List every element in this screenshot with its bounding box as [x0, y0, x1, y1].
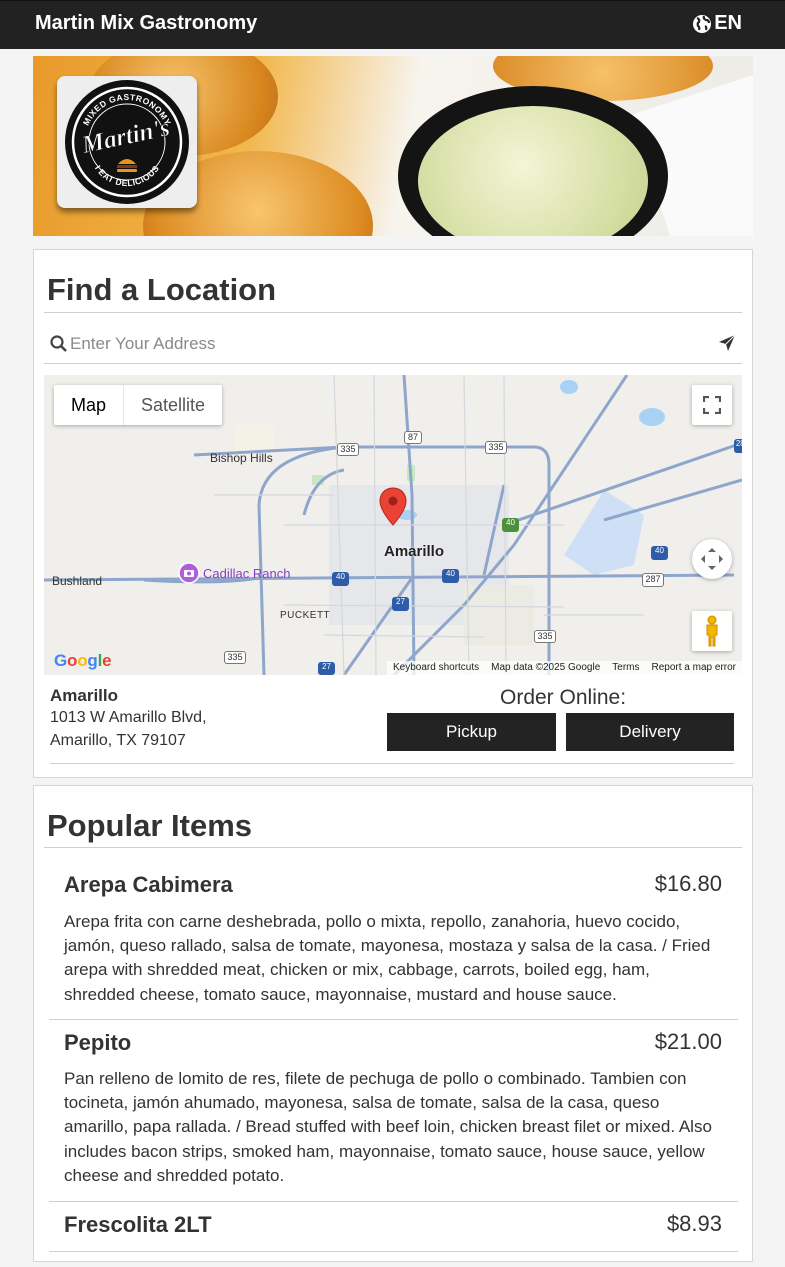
highway-shield: 287 [642, 573, 664, 587]
map-type-control: Map Satellite [54, 385, 223, 425]
street-view-button[interactable] [692, 611, 732, 651]
menu-item[interactable]: Frescolita 2LT $8.93 [49, 1202, 738, 1250]
popular-items-card: Popular Items Arepa Cabimera $16.80 Arep… [33, 785, 753, 1262]
camera-poi-icon [178, 562, 200, 584]
highway-shield: 287 [734, 439, 742, 453]
brand-name[interactable]: Martin Mix Gastronomy [35, 12, 257, 35]
map-type-map[interactable]: Map [54, 385, 125, 425]
map-place-label: Bishop Hills [210, 451, 273, 465]
divider [44, 847, 742, 848]
menu-item-price: $21.00 [654, 1029, 722, 1054]
section-title: Popular Items [47, 808, 252, 843]
map-place-label: Bushland [52, 574, 103, 588]
keyboard-shortcuts-link[interactable]: Keyboard shortcuts [393, 661, 479, 675]
move-arrows-icon [701, 548, 723, 570]
fullscreen-icon [703, 396, 721, 414]
language-selector[interactable]: EN [692, 12, 742, 35]
menu-item-price: $16.80 [654, 871, 722, 896]
logo-badge: MIXED GASTRONOMY I EAT DELICIOUS Martin'… [65, 80, 189, 204]
menu-item-name: Arepa Cabimera [64, 872, 233, 897]
terms-link[interactable]: Terms [612, 661, 639, 675]
find-location-card: Find a Location Enter Your Address 87 33… [33, 249, 753, 778]
highway-shield: 40 [651, 546, 668, 560]
map-city-label: Amarillo [384, 543, 445, 560]
map-attribution: Keyboard shortcuts Map data ©2025 Google… [386, 661, 742, 675]
highway-shield: 335 [224, 651, 246, 664]
store-address-line2: Amarillo, TX 79107 [50, 732, 186, 749]
map-place-label: PUCKETT [280, 610, 331, 621]
poi-cadillac-ranch[interactable]: Cadillac Ranch [178, 562, 290, 584]
highway-shield: 40 [332, 572, 349, 586]
order-online-label: Order Online: [500, 686, 627, 709]
language-label: EN [714, 12, 742, 34]
store-marker-icon[interactable] [379, 487, 407, 527]
address-input[interactable] [70, 332, 700, 356]
store-name[interactable]: Amarillo [50, 686, 118, 706]
divider [44, 312, 742, 313]
highway-shield: 27 [392, 597, 409, 611]
highway-shield: 27 [318, 662, 335, 675]
camera-control-button[interactable] [692, 539, 732, 579]
delivery-button[interactable]: Delivery [566, 713, 734, 751]
pegman-icon [706, 615, 718, 647]
menu-item[interactable]: Arepa Cabimera $16.80 Arepa frita con ca… [49, 862, 738, 1004]
fullscreen-button[interactable] [692, 385, 732, 425]
report-error-link[interactable]: Report a map error [652, 661, 736, 675]
divider [50, 763, 734, 764]
google-logo: Google [54, 651, 112, 670]
menu-item-description: Arepa frita con carne deshebrada, pollo … [64, 912, 711, 1004]
section-title: Find a Location [47, 272, 277, 307]
pickup-button[interactable]: Pickup [387, 713, 556, 751]
highway-shield: 335 [485, 441, 507, 454]
address-search [44, 324, 742, 364]
store-address-line1: 1013 W Amarillo Blvd, [50, 709, 207, 726]
menu-item-price: $8.93 [666, 1211, 722, 1236]
menu-item-name: Frescolita 2LT [64, 1212, 212, 1237]
store-map[interactable]: 87 335 335 40 40 40 40 287 287 27 27 335… [44, 375, 742, 675]
search-icon [50, 335, 67, 352]
highway-shield: 335 [337, 443, 359, 456]
map-data-text: Map data ©2025 Google [491, 662, 601, 673]
top-navbar: Martin Mix Gastronomy EN [0, 0, 785, 49]
restaurant-logo[interactable]: MIXED GASTRONOMY I EAT DELICIOUS Martin'… [57, 76, 197, 208]
menu-item-description: Pan relleno de lomito de res, filete de … [64, 1069, 712, 1185]
menu-item[interactable]: Pepito $21.00 Pan relleno de lomito de r… [49, 1020, 738, 1190]
locate-me-icon[interactable] [718, 334, 736, 352]
map-type-satellite[interactable]: Satellite [124, 385, 222, 425]
highway-shield: 40 [442, 569, 459, 583]
divider [49, 1251, 738, 1252]
highway-shield: 335 [534, 630, 556, 643]
highway-shield: 40 [502, 518, 519, 532]
globe-icon [693, 14, 712, 33]
highway-shield: 87 [404, 431, 422, 444]
menu-item-name: Pepito [64, 1030, 132, 1055]
